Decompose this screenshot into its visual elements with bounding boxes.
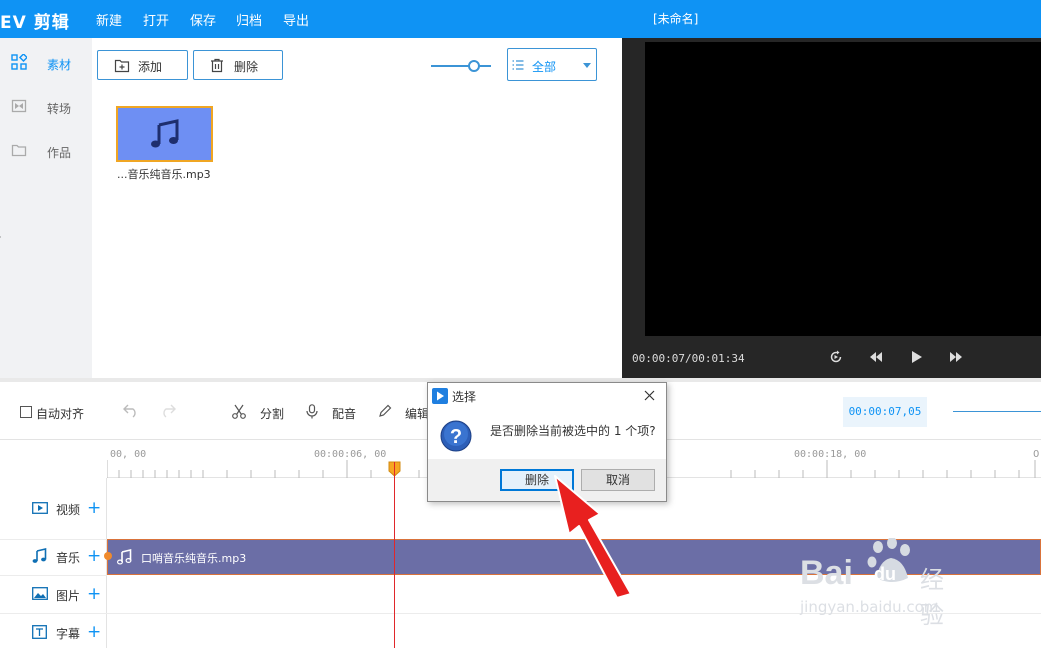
slider-handle[interactable]	[468, 60, 480, 72]
add-subtitle-track-button[interactable]: +	[87, 622, 101, 642]
ruler-label: 00, 00	[110, 449, 147, 460]
microphone-icon[interactable]	[306, 404, 318, 419]
add-button-label: 添加	[138, 60, 163, 74]
sidebar-edge-text: ኔ	[0, 227, 1, 242]
media-filter-select[interactable]: 全部	[507, 48, 597, 81]
sidebar-item-transition[interactable]: 转场	[0, 84, 92, 128]
auto-align-label: 自动对齐	[36, 407, 85, 421]
sidebar-item-label: 作品	[47, 146, 72, 160]
pencil-icon[interactable]	[378, 404, 392, 418]
menu-new[interactable]: 新建	[96, 10, 122, 29]
track-divider	[0, 539, 107, 540]
thumbnail-size-slider[interactable]	[431, 65, 491, 67]
menu-save[interactable]: 保存	[190, 10, 216, 29]
sidebar-item-label: 转场	[47, 102, 72, 116]
add-image-track-button[interactable]: +	[87, 584, 101, 604]
playhead-line	[394, 462, 395, 648]
text-icon	[32, 625, 47, 639]
image-icon	[32, 587, 48, 600]
close-icon[interactable]	[644, 390, 655, 401]
svg-text:?: ?	[450, 426, 462, 448]
menu-open[interactable]: 打开	[143, 10, 169, 29]
watermark-brand-du: du	[874, 564, 896, 584]
app-title: EV 剪辑	[0, 13, 70, 33]
fast-forward-icon[interactable]	[949, 351, 963, 363]
ruler-label-cut: 0	[1033, 449, 1040, 460]
clip-start-handle[interactable]	[104, 552, 112, 560]
sidebar-item-label: 素材	[47, 58, 72, 72]
track-divider	[0, 575, 107, 576]
current-time-display: 00:00:07,05	[843, 397, 927, 427]
document-name: [未命名]	[653, 12, 699, 26]
ruler-label: 00:00:06, 00	[314, 449, 387, 460]
rewind-icon[interactable]	[869, 351, 883, 363]
dub-button[interactable]: 配音	[332, 405, 356, 422]
undo-icon[interactable]	[123, 404, 139, 418]
edit-button[interactable]: 编辑	[405, 405, 429, 422]
preview-time: 00:00:07/00:01:34	[632, 352, 745, 365]
menu-export[interactable]: 导出	[283, 10, 309, 29]
media-item-name: ...音乐纯音乐.mp3	[117, 168, 211, 181]
question-icon: ?	[440, 420, 472, 452]
music-note-icon	[117, 549, 132, 565]
video-icon	[32, 502, 48, 514]
redo-icon[interactable]	[160, 404, 176, 418]
media-item-thumbnail[interactable]	[116, 106, 213, 162]
music-clip-name: 口哨音乐纯音乐.mp3	[141, 552, 247, 565]
split-button[interactable]: 分割	[260, 405, 284, 422]
preview-screen	[645, 42, 1041, 336]
add-video-track-button[interactable]: +	[87, 498, 101, 518]
title-bar: EV 剪辑 新建 打开 保存 归档 导出 [未命名]	[0, 0, 1041, 38]
sidebar-item-works[interactable]: 作品	[0, 128, 92, 172]
watermark-brand: Bai	[800, 554, 853, 592]
track-divider	[0, 613, 107, 614]
ruler-label: 00:00:18, 00	[794, 449, 867, 460]
replay-icon[interactable]	[829, 350, 843, 364]
annotation-arrow	[554, 475, 632, 599]
auto-align-checkbox[interactable]	[20, 406, 32, 418]
filter-value: 全部	[532, 60, 557, 74]
add-music-track-button[interactable]: +	[87, 546, 101, 566]
music-icon	[32, 548, 47, 563]
play-icon[interactable]	[911, 350, 923, 364]
add-button[interactable]: 添加	[97, 50, 188, 80]
transition-icon	[11, 99, 27, 113]
dialog-title: 选择	[452, 390, 477, 404]
delete-button-label: 删除	[234, 60, 259, 74]
grid-icon	[11, 54, 27, 70]
dialog-message: 是否删除当前被选中的 1 个项?	[490, 424, 656, 438]
app-logo-icon	[432, 388, 448, 404]
trash-icon	[211, 58, 223, 73]
watermark-url: jingyan.baidu.com	[800, 598, 939, 616]
chevron-down-icon	[583, 63, 591, 68]
sidebar-item-material[interactable]: 素材	[0, 40, 92, 84]
watermark-cn: 经验	[920, 566, 944, 629]
scissors-icon[interactable]	[232, 404, 246, 419]
delete-button[interactable]: 删除	[193, 50, 283, 80]
list-icon	[512, 60, 524, 70]
zoom-slider[interactable]	[953, 411, 1041, 412]
music-note-icon	[151, 119, 179, 148]
add-file-icon	[114, 59, 130, 73]
folder-icon	[11, 144, 27, 157]
menu-archive[interactable]: 归档	[236, 10, 262, 29]
media-panel	[92, 38, 622, 378]
